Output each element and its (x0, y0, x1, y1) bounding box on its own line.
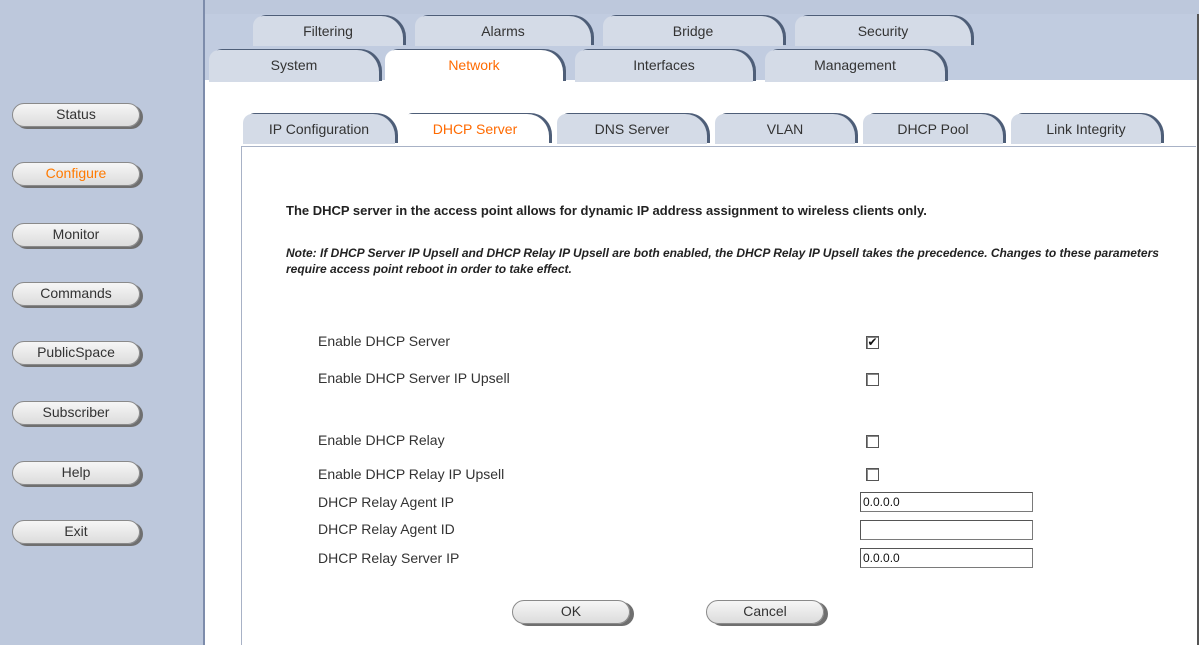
cancel-button[interactable]: Cancel (706, 600, 824, 624)
label-relay-server-ip: DHCP Relay Server IP (318, 550, 460, 566)
checkbox-enable-dhcp-relay[interactable] (866, 435, 879, 448)
relay-agent-ip-input[interactable] (860, 492, 1033, 512)
sidebar-item-label: Configure (45, 165, 107, 181)
sidebar-item-status[interactable]: Status (12, 103, 140, 127)
relay-server-ip-input[interactable] (860, 548, 1033, 568)
tab-label: Network (448, 57, 500, 73)
sidebar-item-label: Status (56, 106, 96, 122)
sidebar-item-label: Help (61, 464, 91, 480)
checkbox-enable-dhcp-relay-ip-upsell[interactable] (866, 468, 879, 481)
subtab-label: DHCP Server (432, 121, 518, 137)
top-tabs-row1: Filtering Alarms Bridge Security (205, 14, 1197, 46)
ok-button-label: OK (560, 603, 582, 619)
label-enable-dhcp-server: Enable DHCP Server (318, 333, 451, 349)
subtab-dhcp-server[interactable]: DHCP Server (401, 114, 549, 144)
sidebar-item-label: Subscriber (42, 404, 110, 420)
tab-filtering[interactable]: Filtering (253, 16, 403, 46)
top-tabs-row2: System Network Interfaces Management (205, 46, 1197, 82)
relay-agent-id-input[interactable] (860, 520, 1033, 540)
tab-system[interactable]: System (209, 50, 379, 82)
label-enable-dhcp-relay-ip-upsell: Enable DHCP Relay IP Upsell (318, 466, 505, 482)
ok-button[interactable]: OK (512, 600, 630, 624)
subtab-label: DNS Server (594, 121, 670, 137)
tab-bridge[interactable]: Bridge (603, 16, 783, 46)
checkbox-enable-dhcp-server[interactable]: ✔ (866, 336, 879, 349)
tab-security[interactable]: Security (795, 16, 971, 46)
cancel-button-label: Cancel (743, 603, 787, 619)
sidebar-item-help[interactable]: Help (12, 461, 140, 485)
tab-label: Bridge (672, 23, 714, 39)
tab-label: Management (814, 57, 896, 73)
sidebar-item-commands[interactable]: Commands (12, 282, 140, 306)
tab-label: System (270, 57, 318, 73)
label-relay-agent-ip: DHCP Relay Agent IP (318, 494, 454, 510)
sidebar-item-label: Exit (64, 523, 88, 539)
sidebar-item-label: Commands (40, 285, 112, 301)
tab-interfaces[interactable]: Interfaces (575, 50, 753, 82)
note-text: Note: If DHCP Server IP Upsell and DHCP … (286, 246, 1159, 276)
subtab-link-integrity[interactable]: Link Integrity (1011, 114, 1161, 144)
subtab-label: VLAN (766, 121, 804, 137)
sidebar: Status Configure Monitor Commands Public… (0, 0, 205, 645)
intro-text: The DHCP server in the access point allo… (286, 203, 927, 218)
subtab-dns-server[interactable]: DNS Server (557, 114, 707, 144)
content-panel (241, 146, 1196, 645)
sidebar-item-label: Monitor (52, 226, 100, 242)
tab-management[interactable]: Management (765, 50, 945, 82)
sidebar-item-exit[interactable]: Exit (12, 520, 140, 544)
subtab-dhcp-pool[interactable]: DHCP Pool (863, 114, 1003, 144)
subtab-ip-configuration[interactable]: IP Configuration (243, 114, 395, 144)
subtab-label: DHCP Pool (897, 121, 969, 137)
subtabs: IP Configuration DHCP Server DNS Server … (239, 114, 1199, 144)
subtab-label: Link Integrity (1046, 121, 1126, 137)
tab-network[interactable]: Network (385, 50, 563, 82)
subtab-label: IP Configuration (268, 121, 370, 137)
sidebar-item-configure[interactable]: Configure (12, 162, 140, 186)
subtab-vlan[interactable]: VLAN (715, 114, 855, 144)
tab-label: Alarms (481, 23, 525, 39)
checkbox-enable-dhcp-server-ip-upsell[interactable] (866, 373, 879, 386)
tab-label: Filtering (303, 23, 353, 39)
label-enable-dhcp-server-ip-upsell: Enable DHCP Server IP Upsell (318, 370, 510, 386)
tab-label: Security (857, 23, 909, 39)
label-relay-agent-id: DHCP Relay Agent ID (318, 521, 455, 537)
sidebar-item-label: PublicSpace (37, 344, 115, 360)
sidebar-item-monitor[interactable]: Monitor (12, 223, 140, 247)
sidebar-item-subscriber[interactable]: Subscriber (12, 401, 140, 425)
tab-alarms[interactable]: Alarms (415, 16, 591, 46)
sidebar-item-publicspace[interactable]: PublicSpace (12, 341, 140, 365)
tab-label: Interfaces (633, 57, 695, 73)
label-enable-dhcp-relay: Enable DHCP Relay (318, 432, 445, 448)
